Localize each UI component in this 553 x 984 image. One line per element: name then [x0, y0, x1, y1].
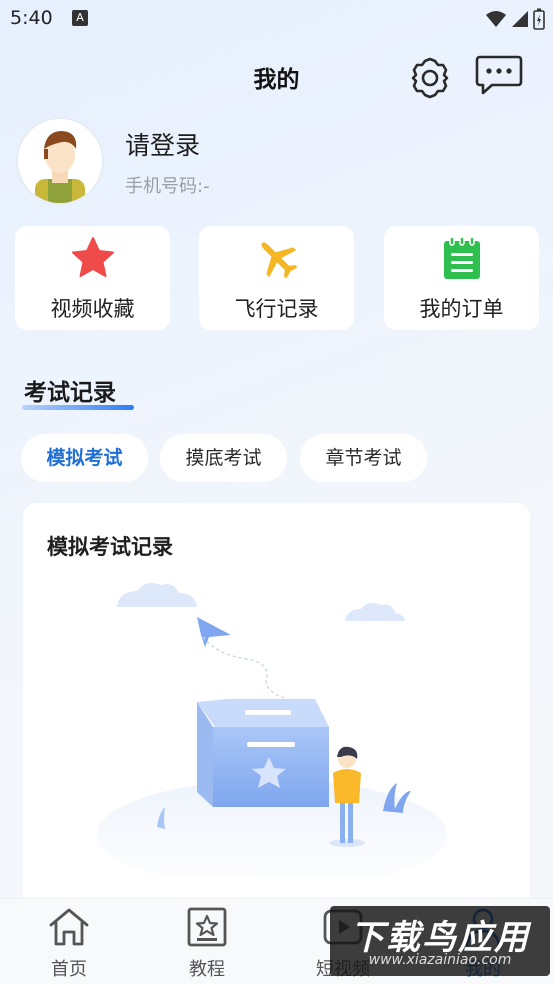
heading-underline	[22, 405, 134, 410]
clipboard-icon	[443, 236, 480, 279]
chat-bubble-icon	[475, 55, 523, 95]
my-orders-label: 我的订单	[419, 297, 504, 321]
flight-records-label: 飞行记录	[234, 297, 319, 321]
page-title: 我的	[253, 67, 300, 93]
exam-records-heading: 考试记录	[24, 380, 116, 406]
nav-tutorial-label: 教程	[189, 959, 225, 980]
record-card-title: 模拟考试记录	[47, 535, 173, 559]
flight-records-card[interactable]: 飞行记录	[199, 226, 354, 330]
my-orders-card[interactable]: 我的订单	[384, 226, 539, 330]
messages-button[interactable]	[474, 54, 524, 98]
status-icons	[485, 8, 545, 30]
battery-icon	[533, 8, 545, 30]
avatar[interactable]	[16, 117, 104, 205]
watermark-url: www.xiazainiao.com	[368, 952, 512, 968]
signal-icon	[512, 11, 528, 27]
tab-chapter-exam[interactable]: 章节考试	[300, 434, 427, 482]
watermark-logo: 下载鸟应用 www.xiazainiao.com	[330, 906, 550, 976]
tab-baseline-exam[interactable]: 摸底考试	[160, 434, 287, 482]
tutorial-icon	[187, 907, 227, 947]
star-icon	[71, 237, 114, 277]
home-icon	[49, 908, 89, 946]
tab-mock-exam[interactable]: 模拟考试	[21, 434, 148, 482]
status-notification-icon: A	[72, 10, 88, 26]
login-prompt[interactable]: 请登录	[125, 126, 200, 162]
phone-number: 手机号码:-	[125, 176, 210, 197]
nav-home-label: 首页	[51, 959, 87, 980]
video-favorites-label: 视频收藏	[50, 297, 135, 321]
nav-tutorial[interactable]: 教程	[167, 905, 247, 981]
status-bar: 5:40 A	[0, 0, 553, 40]
settings-button[interactable]	[406, 55, 454, 101]
status-time: 5:40	[10, 7, 53, 29]
avatar-image	[35, 131, 85, 203]
gear-icon	[411, 57, 449, 99]
exam-record-card: 模拟考试记录	[23, 503, 530, 923]
nav-home[interactable]: 首页	[29, 905, 109, 981]
empty-state-illustration	[97, 583, 447, 877]
wifi-icon	[486, 11, 506, 27]
airplane-icon	[260, 242, 298, 279]
video-favorites-card[interactable]: 视频收藏	[15, 226, 170, 330]
